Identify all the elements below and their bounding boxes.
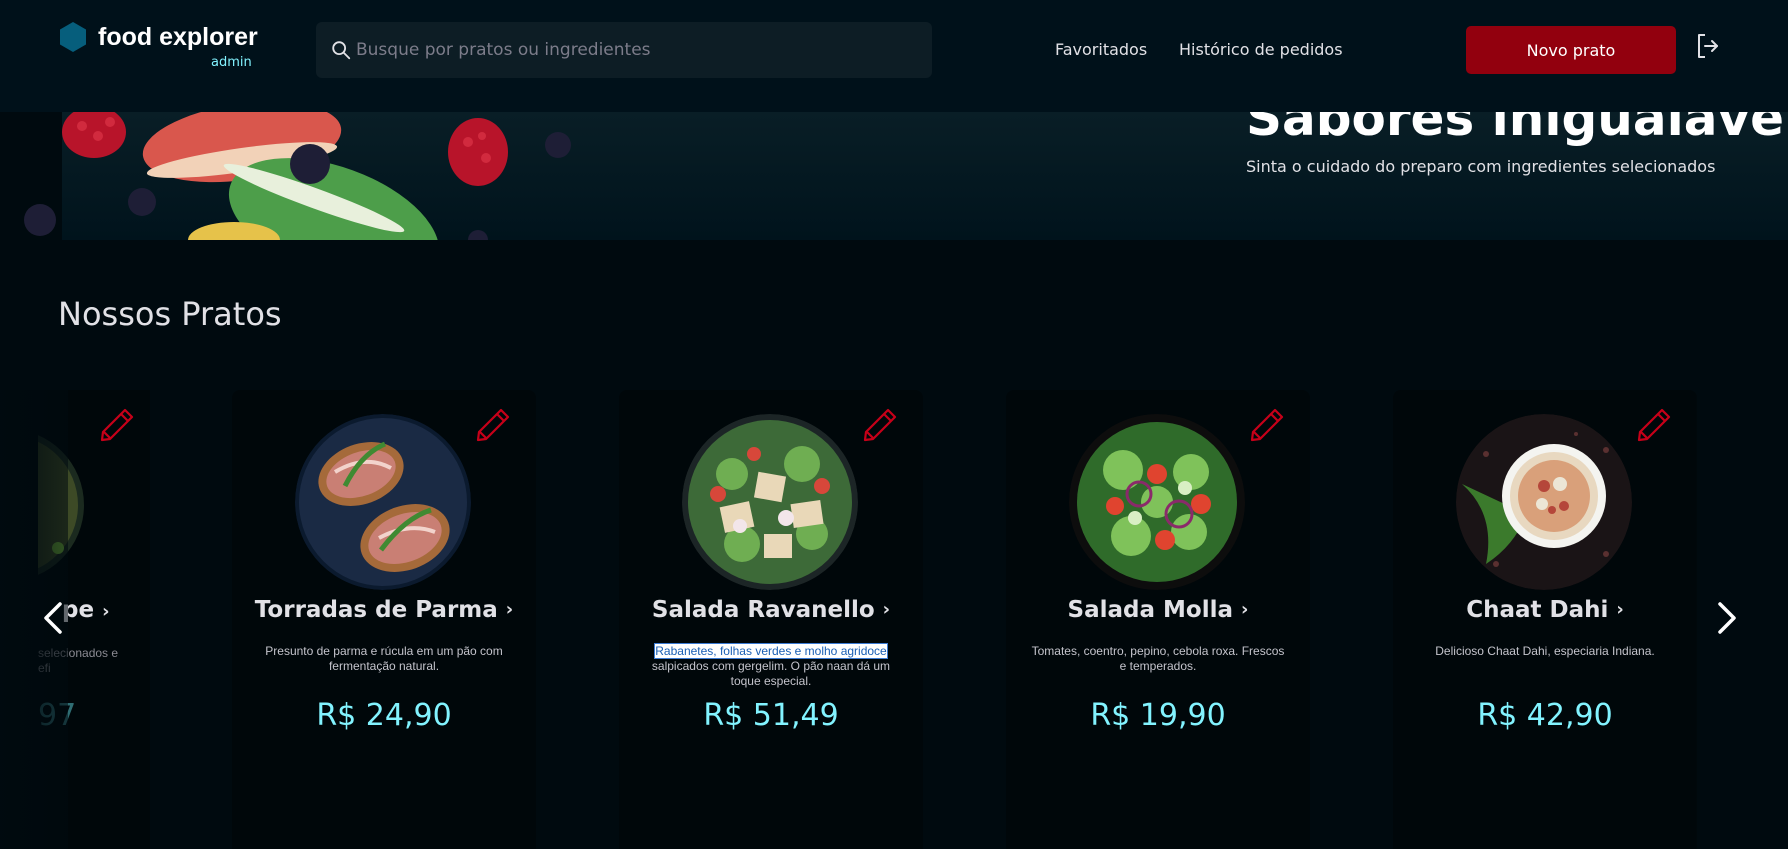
dish-image <box>682 414 858 590</box>
search-bar <box>316 22 932 78</box>
page: Sabores inigualáveis Sinta o cuidado do … <box>0 0 1788 849</box>
dish-name[interactable]: Chaat Dahi › <box>1393 594 1697 626</box>
new-dish-button[interactable]: Novo prato <box>1466 26 1676 74</box>
dish-card[interactable]: Chaat Dahi › Delicioso Chaat Dahi, especi… <box>1393 390 1697 849</box>
blueberry-decoration <box>24 204 56 236</box>
dish-card-partial[interactable]: pe › selecionados eefi 97 <box>0 390 150 849</box>
dish-price: R$ 51,49 <box>703 698 839 733</box>
nav-order-history-link[interactable]: Histórico de pedidos <box>1179 38 1343 62</box>
chevron-right-icon: › <box>1241 599 1249 620</box>
brand-logo[interactable]: food explorer admin <box>60 22 260 72</box>
dish-description: Tomates, coentro, pepino, cebola roxa. F… <box>1031 644 1285 673</box>
dish-description: Presunto de parma e rúcula em um pão com… <box>265 644 503 673</box>
dish-card[interactable]: Torradas de Parma › Presunto de parma e r… <box>232 390 536 849</box>
section-title: Nossos Pratos <box>58 295 282 333</box>
dish-name[interactable]: Torradas de Parma › <box>232 594 536 626</box>
dish-card[interactable]: Salada Molla › Tomates, coentro, pepino, … <box>1006 390 1310 849</box>
chevron-right-icon: › <box>882 599 891 620</box>
dish-price: R$ 19,90 <box>1090 698 1226 733</box>
top-header: food explorer admin Favoritados Históric… <box>0 0 1788 112</box>
search-icon <box>332 41 351 60</box>
dish-price: R$ 24,90 <box>316 698 452 733</box>
banner-subtitle: Sinta o cuidado do preparo com ingredien… <box>1246 157 1716 176</box>
chevron-right-icon: › <box>505 599 514 620</box>
selected-text-highlight: Rabanetes, folhas verdes e molho agridoc… <box>654 643 888 659</box>
pencil-edit-icon[interactable] <box>98 406 136 444</box>
dish-card[interactable]: Salada Ravanello › Rabanetes, folhas verd… <box>619 390 923 849</box>
hero-banner: Sabores inigualáveis Sinta o cuidado do … <box>62 112 1788 240</box>
pencil-edit-icon[interactable] <box>861 406 899 444</box>
chevron-right-icon: › <box>1616 599 1624 620</box>
dish-name[interactable]: Salada Molla › <box>1006 594 1310 626</box>
pencil-edit-icon[interactable] <box>1248 406 1286 444</box>
dish-price: R$ 42,90 <box>1477 698 1613 733</box>
carousel-next-arrow-icon[interactable] <box>1708 596 1744 640</box>
admin-badge: admin <box>211 55 252 70</box>
dish-image <box>1456 414 1632 590</box>
banner-title: Sabores inigualáveis <box>1246 112 1788 147</box>
pencil-edit-icon[interactable] <box>1635 406 1673 444</box>
nav-favorites-link[interactable]: Favoritados <box>1055 38 1147 62</box>
dish-image <box>295 414 471 590</box>
carousel-prev-arrow-icon[interactable] <box>36 596 72 640</box>
dish-image <box>1069 414 1245 590</box>
dish-name[interactable]: Salada Ravanello › <box>619 594 923 626</box>
hexagon-logo-icon <box>60 22 86 52</box>
dish-description: Delicioso Chaat Dahi, especiaria Indiana… <box>1435 644 1655 658</box>
brand-name: food explorer <box>98 23 258 51</box>
banner-macarons-image <box>62 112 571 240</box>
pencil-edit-icon[interactable] <box>474 406 512 444</box>
search-input[interactable] <box>356 22 916 78</box>
dish-description: Rabanetes, folhas verdes e molho agridoc… <box>651 643 891 688</box>
sign-out-icon[interactable] <box>1695 32 1721 60</box>
